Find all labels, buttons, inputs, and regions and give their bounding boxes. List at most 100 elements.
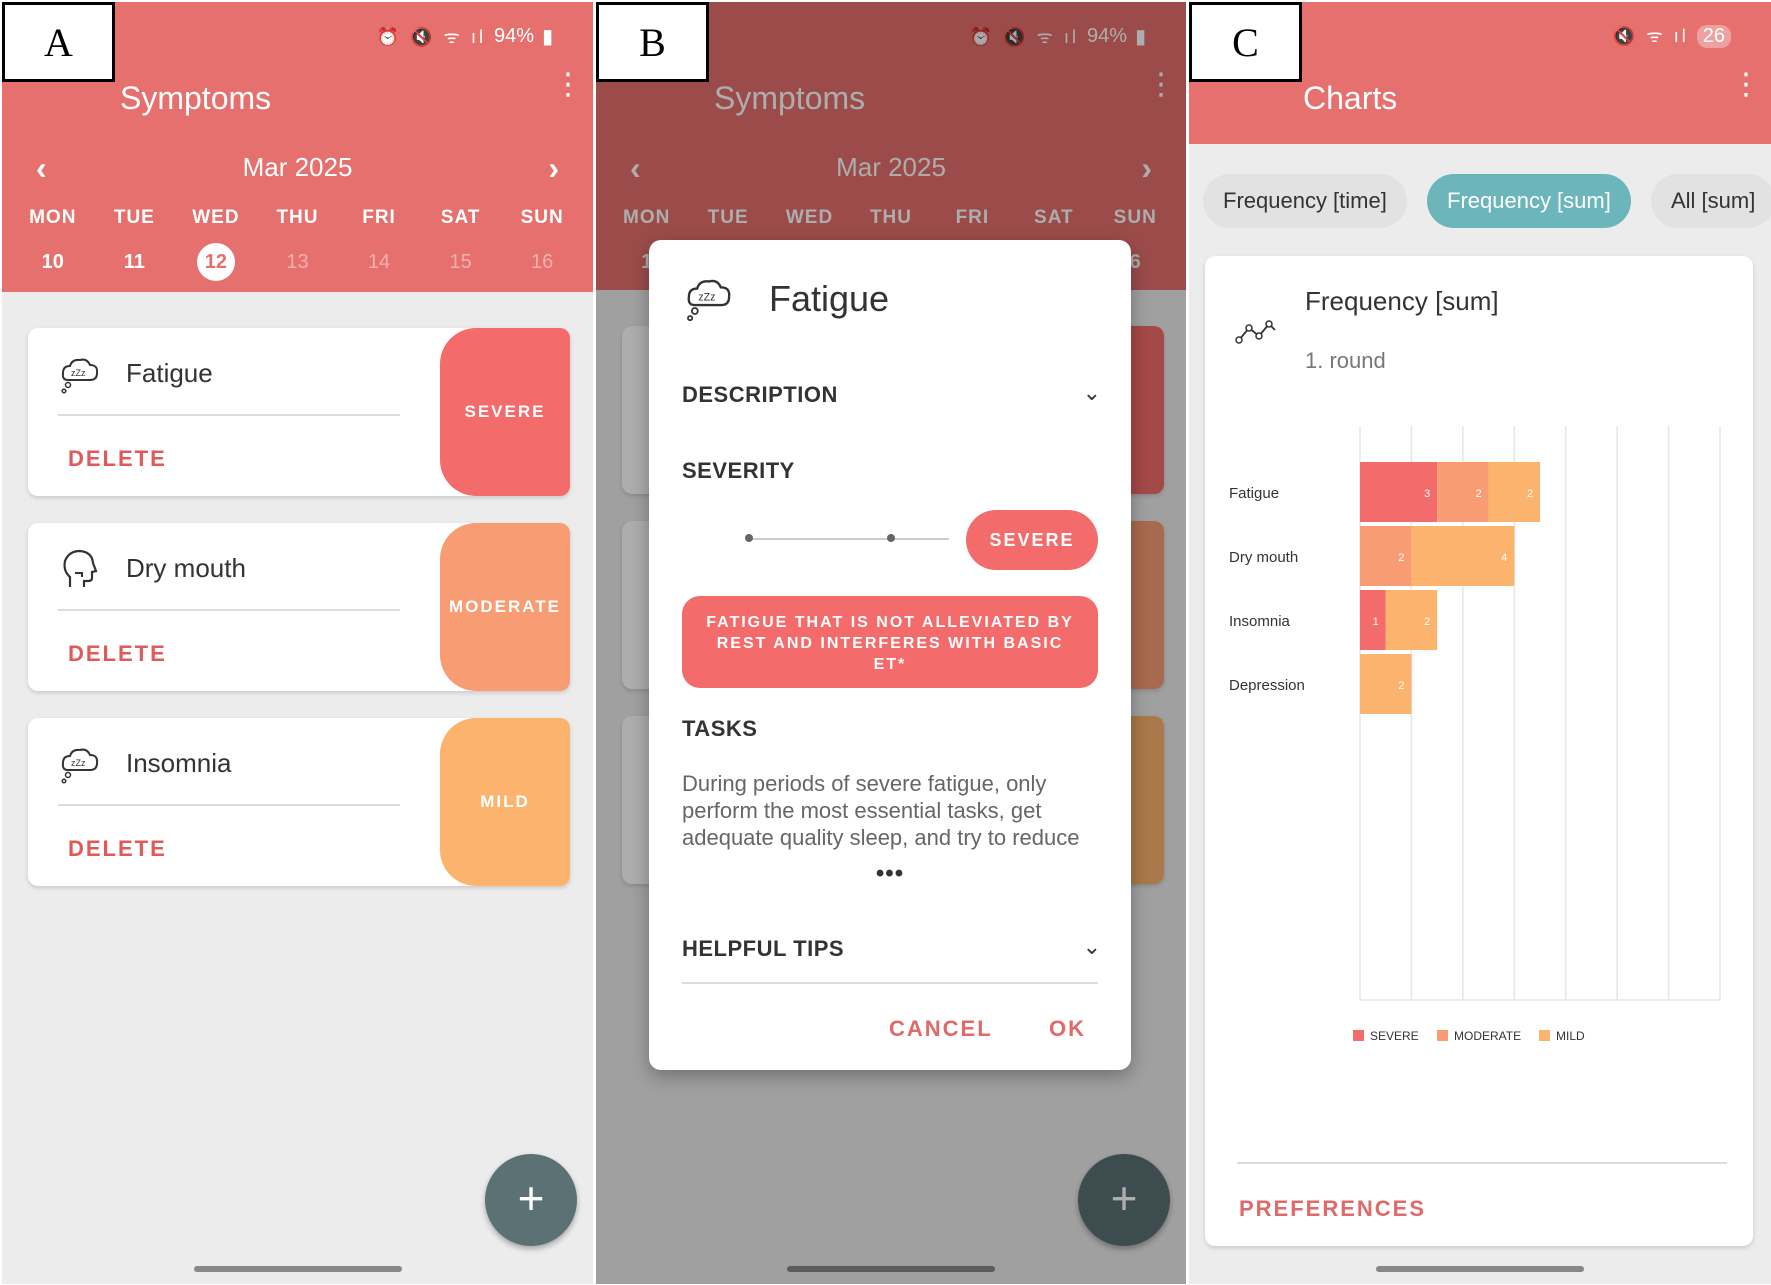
chevron-right-icon[interactable]: › (548, 150, 559, 187)
chevron-down-icon[interactable]: ⌄ (1083, 934, 1101, 960)
day-date: 10 (41, 251, 64, 273)
chart-card: Frequency [sum] 1. round Fatigue 3 2 2 Dry m… (1205, 256, 1753, 1246)
symptom-name: Insomnia (126, 748, 232, 778)
day-sat[interactable]: SAT 15 (426, 207, 496, 281)
severity-description: FATIGUE THAT IS NOT ALLEVIATED BY REST A… (682, 596, 1098, 688)
legend-swatch (1539, 1030, 1550, 1041)
ok-button[interactable]: OK (1049, 1016, 1086, 1042)
delete-button[interactable]: DELETE (68, 446, 167, 472)
bar-value-label: 2 (1527, 488, 1533, 500)
overflow-menu-icon[interactable]: ⋮ (553, 70, 583, 112)
legend-swatch (1353, 1030, 1364, 1041)
day-mon[interactable]: MON 10 (18, 207, 88, 281)
day-date: 11 (123, 251, 145, 273)
panel-c: C 🔇 ᯤ ıl 26 Charts ⋮ Frequency [time] Fr… (1189, 2, 1771, 1284)
preferences-button[interactable]: PREFERENCES (1239, 1196, 1426, 1222)
bar-value-label: 2 (1424, 616, 1430, 628)
day-date: 12 (196, 243, 235, 281)
tasks-label: TASKS (682, 716, 758, 741)
day-thu[interactable]: THU 13 (262, 207, 332, 281)
svg-text:zZz: zZz (698, 291, 715, 303)
battery-icon: ▮ (541, 26, 553, 48)
legend-swatch (1437, 1030, 1448, 1041)
chevron-down-icon[interactable]: ⌄ (1083, 380, 1101, 406)
svg-text:zZz: zZz (71, 758, 86, 768)
severity-slider-thumb[interactable]: SEVERE (966, 510, 1098, 570)
slider-step-dot[interactable] (745, 534, 753, 542)
day-name: THU (276, 207, 319, 228)
cancel-button[interactable]: CANCEL (889, 1016, 993, 1042)
day-name: WED (192, 207, 240, 228)
day-date: 13 (286, 251, 309, 273)
panel-label: A (2, 2, 115, 82)
divider (58, 414, 400, 416)
day-name: SAT (440, 207, 481, 228)
symptom-card-fatigue[interactable]: zZz Fatigue DELETE SEVERE (28, 328, 570, 496)
slider-step-dot[interactable] (887, 534, 895, 542)
battery-level: 94% (493, 25, 534, 47)
legend-label: MILD (1556, 1029, 1585, 1043)
category-label: Fatigue (1229, 485, 1279, 502)
status-icons: ⏰ 🔇 ᯤ ıl (376, 26, 486, 47)
sleep-cloud-icon: zZz (61, 358, 99, 394)
day-date: 15 (449, 251, 472, 273)
status-icons: 🔇 ᯤ ıl (1612, 26, 1689, 46)
bar-value-label: 2 (1476, 488, 1482, 500)
chip-all-sum[interactable]: All [sum] (1651, 174, 1771, 228)
divider (58, 609, 400, 611)
delete-button[interactable]: DELETE (68, 641, 167, 667)
bar-value-label: 1 (1373, 616, 1379, 628)
helpful-tips-header[interactable]: HELPFUL TIPS (682, 936, 844, 962)
day-sun[interactable]: SUN 16 (507, 207, 577, 281)
panel-b: B ⏰ 🔇 ᯤ ıl 94% ▮ Symptoms ⋮ ‹ Mar 2025 ›… (596, 2, 1186, 1284)
legend-label: MODERATE (1454, 1029, 1521, 1043)
day-fri[interactable]: FRI 14 (344, 207, 414, 281)
tasks-text: During periods of severe fatigue, only p… (682, 771, 1080, 850)
status-bar: 🔇 ᯤ ıl 26 (1613, 24, 1731, 48)
bar-value-label: 2 (1398, 680, 1404, 692)
overflow-menu-icon[interactable]: ⋮ (1731, 70, 1761, 112)
svg-text:zZz: zZz (71, 368, 86, 378)
day-date: 16 (531, 251, 554, 273)
bar-value-label: 2 (1398, 552, 1404, 564)
legend-label: SEVERE (1370, 1029, 1419, 1043)
symptom-card-dry-mouth[interactable]: Dry mouth DELETE MODERATE (28, 523, 570, 691)
home-indicator[interactable] (193, 1266, 402, 1272)
frequency-bar-chart: Fatigue 3 2 2 Dry mouth 2 4 Insomnia 1 2 Depressio… (1229, 426, 1721, 1043)
delete-button[interactable]: DELETE (68, 836, 167, 862)
severity-badge[interactable]: MODERATE (440, 523, 570, 691)
category-label: Insomnia (1229, 613, 1291, 630)
head-profile-icon (63, 549, 98, 587)
day-name: MON (29, 207, 77, 228)
sleep-cloud-icon: zZz (687, 279, 731, 322)
status-bar: ⏰ 🔇 ᯤ ıl 94% ▮ (377, 24, 553, 49)
bar-value-label: 3 (1424, 488, 1430, 500)
add-symptom-button[interactable]: + (485, 1154, 577, 1246)
chip-frequency-time[interactable]: Frequency [time] (1203, 174, 1407, 228)
month-navigator: ‹ Mar 2025 › (2, 150, 593, 192)
category-label: Depression (1229, 677, 1305, 694)
day-name: TUE (113, 207, 155, 228)
day-tue[interactable]: TUE 11 (99, 207, 169, 281)
severity-badge[interactable]: MILD (440, 718, 570, 886)
divider (1237, 1162, 1727, 1164)
chip-frequency-sum[interactable]: Frequency [sum] (1427, 174, 1631, 228)
more-icon[interactable]: ••• (649, 860, 1131, 888)
description-header[interactable]: DESCRIPTION (682, 382, 838, 408)
symptom-card-insomnia[interactable]: zZz Insomnia DELETE MILD (28, 718, 570, 886)
severity-slider-track[interactable] (749, 538, 949, 540)
home-indicator[interactable] (1376, 1266, 1584, 1272)
panel-a: A ⏰ 🔇 ᯤ ıl 94% ▮ Symptoms ⋮ ‹ Mar 2025 ›… (2, 2, 593, 1284)
week-strip: MON 10 TUE 11 WED 12 THU 13 FRI 14 SAT 15 SUN 1… (2, 207, 593, 281)
divider (58, 804, 400, 806)
divider (682, 982, 1098, 984)
panel-label: B (596, 2, 709, 82)
bar-value-label: 4 (1501, 552, 1507, 564)
symptom-name: Fatigue (126, 358, 213, 388)
severity-badge[interactable]: SEVERE (440, 328, 570, 496)
panel-label: C (1189, 2, 1302, 82)
symptom-dialog: zZz Fatigue DESCRIPTION ⌄ SEVERITY SEVER… (649, 240, 1131, 1070)
severity-label: SEVERITY (682, 458, 795, 483)
sleep-cloud-icon: zZz (61, 748, 99, 784)
day-wed-selected[interactable]: WED 12 (181, 207, 251, 281)
